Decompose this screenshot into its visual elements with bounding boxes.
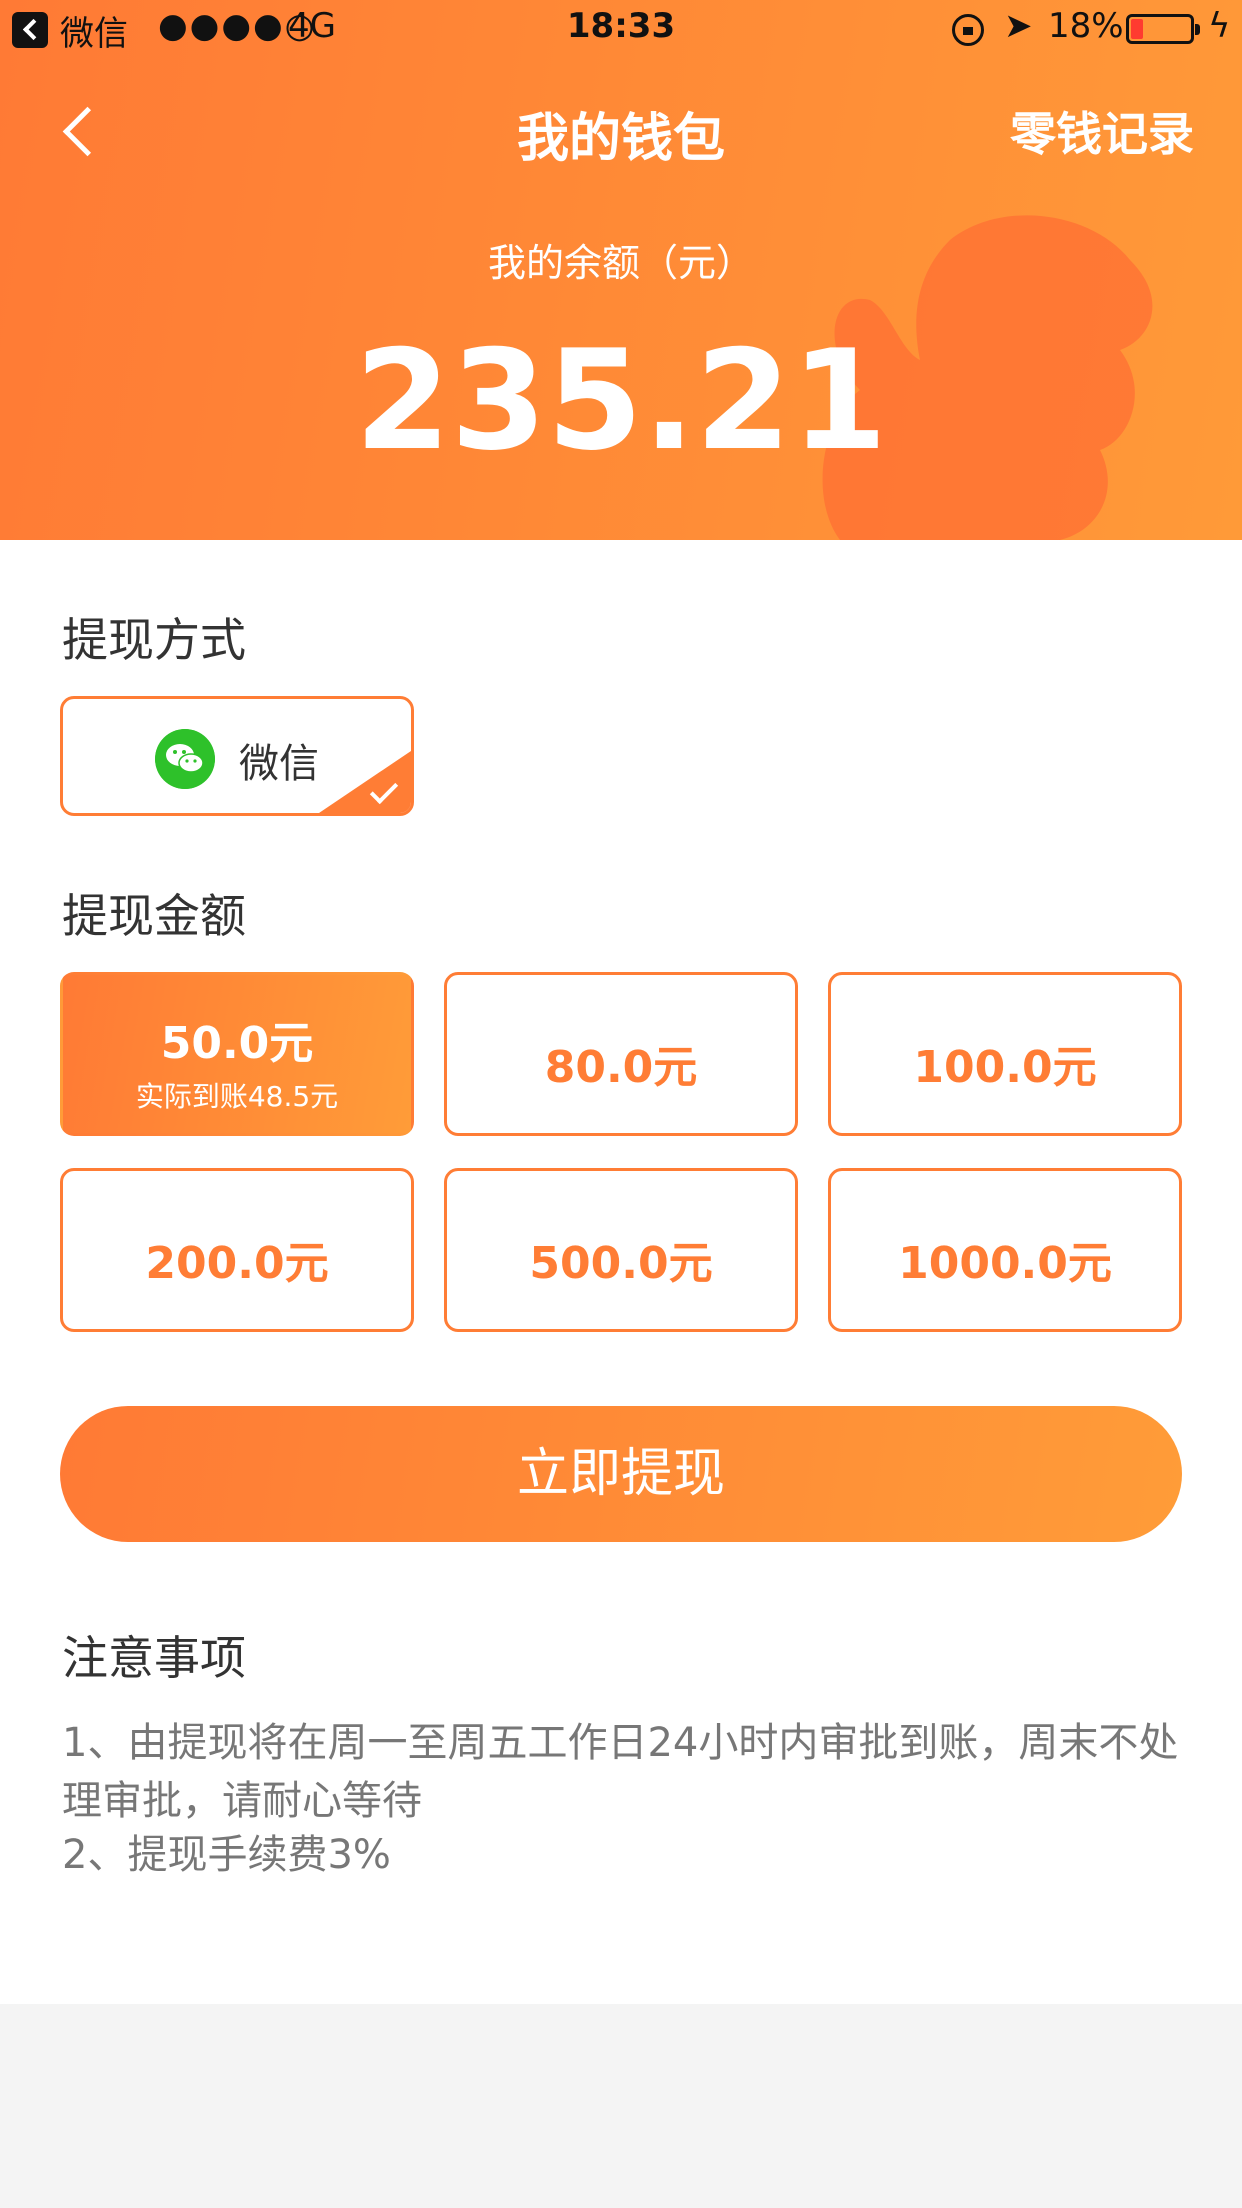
amount-option-label: 200.0元: [145, 1238, 329, 1289]
amount-option-label: 1000.0元: [898, 1238, 1112, 1289]
status-bar: 微信 ●●●●○ 4G 18:33 ➤ 18% ϟ: [0, 0, 1242, 60]
amount-option-label: 100.0元: [913, 1042, 1097, 1093]
note-item: 2、提现手续费3%: [62, 1832, 391, 1878]
amount-option-200[interactable]: 200.0元: [60, 1168, 414, 1332]
amount-option-label: 500.0元: [529, 1238, 713, 1289]
withdraw-amount-title: 提现金额: [62, 889, 246, 943]
wechat-method-option[interactable]: 微信: [60, 696, 414, 816]
withdraw-method-title: 提现方式: [62, 613, 246, 667]
change-records-link[interactable]: 零钱记录: [1010, 98, 1194, 164]
orientation-lock-icon: [952, 14, 984, 46]
amount-option-label: 50.0元: [160, 1018, 314, 1069]
battery-percent: 18%: [1048, 6, 1124, 46]
amount-option-label: 80.0元: [544, 1042, 698, 1093]
note-item: 1、由提现将在周一至周五工作日24小时内审批到账，周末不处理审批，请耐心等待: [62, 1720, 1179, 1824]
amount-option-1000[interactable]: 1000.0元: [828, 1168, 1182, 1332]
notes-title: 注意事项: [62, 1631, 246, 1685]
balance-amount: 235.21: [354, 320, 888, 481]
amount-option-actual: 实际到账48.5元: [135, 1080, 339, 1113]
battery-icon: [1126, 14, 1200, 44]
method-label: 微信: [239, 741, 319, 787]
withdraw-now-button[interactable]: 立即提现: [60, 1406, 1182, 1542]
wechat-icon: [155, 729, 215, 789]
charging-bolt-icon: ϟ: [1208, 6, 1231, 46]
amount-option-50[interactable]: 50.0元 实际到账48.5元: [60, 972, 414, 1136]
selected-corner: [319, 751, 411, 813]
withdraw-card: 提现方式 微信 提现金额 50.0元 实际到账48.5元 80.0元 100.0…: [0, 540, 1242, 2004]
wallet-header: 微信 ●●●●○ 4G 18:33 ➤ 18% ϟ 我的钱包 零钱记录 我的余额…: [0, 0, 1242, 540]
location-arrow-icon: ➤: [1004, 6, 1033, 46]
amount-option-500[interactable]: 500.0元: [444, 1168, 798, 1332]
balance-label: 我的余额（元）: [487, 241, 754, 285]
amount-option-100[interactable]: 100.0元: [828, 972, 1182, 1136]
amount-option-80[interactable]: 80.0元: [444, 972, 798, 1136]
